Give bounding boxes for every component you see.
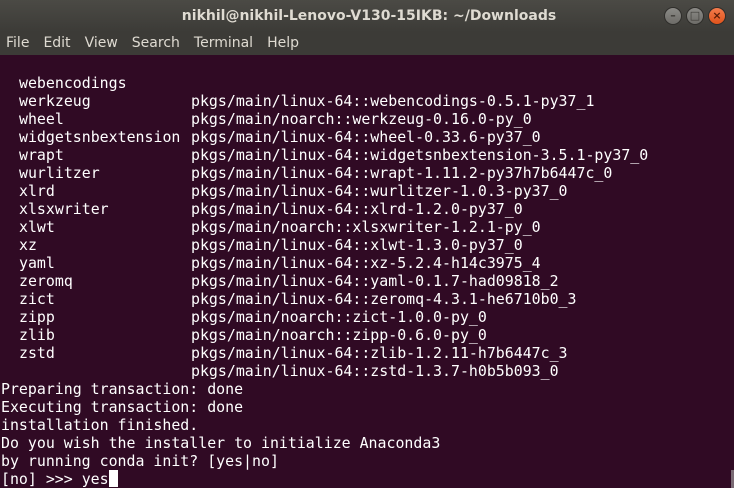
package-source: pkgs/main/linux-64::widgetsnbextension-3… bbox=[191, 146, 649, 164]
package-source: pkgs/main/linux-64::zeromq-4.3.1-he6710b… bbox=[191, 290, 577, 308]
terminal-output[interactable]: webencodings pkgs/main/linux-64::webenco… bbox=[0, 55, 734, 488]
package-line: zeromq pkgs/main/linux-64::zeromq-4.3.1-… bbox=[0, 254, 577, 308]
package-source: pkgs/main/linux-64::xz-5.2.4-h14c3975_4 bbox=[191, 254, 541, 272]
package-line: xz pkgs/main/linux-64::xz-5.2.4-h14c3975… bbox=[0, 218, 541, 272]
menu-terminal[interactable]: Terminal bbox=[188, 32, 261, 55]
package-line: wrapt pkgs/main/linux-64::wrapt-1.11.2-p… bbox=[0, 128, 612, 182]
text-cursor bbox=[108, 470, 118, 487]
package-line: zstd pkgs/main/linux-64::zstd-1.3.7-h0b5… bbox=[0, 326, 559, 380]
package-source: pkgs/main/linux-64::wheel-0.33.6-py37_0 bbox=[191, 128, 541, 146]
package-line: widgetsnbextension pkgs/main/linux-64::w… bbox=[0, 110, 648, 164]
package-line: werkzeug pkgs/main/noarch::werkzeug-0.16… bbox=[0, 74, 532, 128]
package-line: wheel pkgs/main/linux-64::wheel-0.33.6-p… bbox=[0, 92, 541, 146]
output-line: Executing transaction: done bbox=[1, 398, 244, 416]
package-source: pkgs/main/linux-64::webencodings-0.5.1-p… bbox=[191, 92, 595, 110]
package-line: zict pkgs/main/noarch::zict-1.0.0-py_0 bbox=[0, 272, 487, 326]
package-line: xlsxwriter pkgs/main/noarch::xlsxwriter-… bbox=[0, 182, 541, 236]
output-line: Do you wish the installer to initialize … bbox=[1, 434, 441, 452]
package-source: pkgs/main/linux-64::wrapt-1.11.2-py37h7b… bbox=[191, 164, 613, 182]
package-line: xlwt pkgs/main/linux-64::xlwt-1.3.0-py37… bbox=[0, 200, 523, 254]
menu-search[interactable]: Search bbox=[126, 32, 188, 55]
package-source: pkgs/main/noarch::xlsxwriter-1.2.1-py_0 bbox=[191, 218, 541, 236]
maximize-icon[interactable]: □ bbox=[686, 7, 704, 25]
prompt-text: [no] >>> bbox=[1, 470, 82, 488]
title-bar[interactable]: nikhil@nikhil-Lenovo-V130-15IKB: ~/Downl… bbox=[0, 0, 734, 33]
package-name: zstd bbox=[19, 344, 55, 362]
package-line: xlrd pkgs/main/linux-64::xlrd-1.2.0-py37… bbox=[0, 164, 523, 218]
menu-file[interactable]: File bbox=[0, 32, 37, 55]
menu-view[interactable]: View bbox=[79, 32, 126, 55]
prompt-line[interactable]: [no] >>> yes bbox=[1, 470, 118, 488]
package-source: pkgs/main/noarch::werkzeug-0.16.0-py_0 bbox=[191, 110, 532, 128]
window-controls: – □ × bbox=[664, 7, 726, 25]
package-line: webencodings pkgs/main/linux-64::webenco… bbox=[0, 56, 594, 110]
package-source: pkgs/main/linux-64::yaml-0.1.7-had09818_… bbox=[191, 272, 559, 290]
package-source: pkgs/main/linux-64::wurlitzer-1.0.3-py37… bbox=[191, 182, 568, 200]
close-icon[interactable]: × bbox=[708, 7, 726, 25]
package-source: pkgs/main/noarch::zict-1.0.0-py_0 bbox=[191, 308, 487, 326]
package-source: pkgs/main/noarch::zipp-0.6.0-py_0 bbox=[191, 326, 487, 344]
window-title: nikhil@nikhil-Lenovo-V130-15IKB: ~/Downl… bbox=[181, 8, 557, 24]
package-line: zipp pkgs/main/noarch::zipp-0.6.0-py_0 bbox=[0, 290, 487, 344]
menu-bar: File Edit View Search Terminal Help bbox=[0, 32, 734, 55]
menu-edit[interactable]: Edit bbox=[37, 32, 78, 55]
terminal-window: nikhil@nikhil-Lenovo-V130-15IKB: ~/Downl… bbox=[0, 0, 734, 488]
package-line: yaml pkgs/main/linux-64::yaml-0.1.7-had0… bbox=[0, 236, 559, 290]
output-line: installation finished. bbox=[1, 416, 199, 434]
package-line: wurlitzer pkgs/main/linux-64::wurlitzer-… bbox=[0, 146, 568, 200]
package-source: pkgs/main/linux-64::xlrd-1.2.0-py37_0 bbox=[191, 200, 523, 218]
package-source: pkgs/main/linux-64::xlwt-1.3.0-py37_0 bbox=[191, 236, 523, 254]
menu-help[interactable]: Help bbox=[261, 32, 307, 55]
minimize-icon[interactable]: – bbox=[664, 7, 682, 25]
package-source: pkgs/main/linux-64::zstd-1.3.7-h0b5b093_… bbox=[191, 362, 559, 380]
package-line: zlib pkgs/main/linux-64::zlib-1.2.11-h7b… bbox=[0, 308, 568, 362]
user-input[interactable]: yes bbox=[82, 470, 109, 488]
output-line: Preparing transaction: done bbox=[1, 380, 244, 398]
package-source: pkgs/main/linux-64::zlib-1.2.11-h7b6447c… bbox=[191, 344, 568, 362]
output-line: by running conda init? [yes|no] bbox=[1, 452, 279, 470]
